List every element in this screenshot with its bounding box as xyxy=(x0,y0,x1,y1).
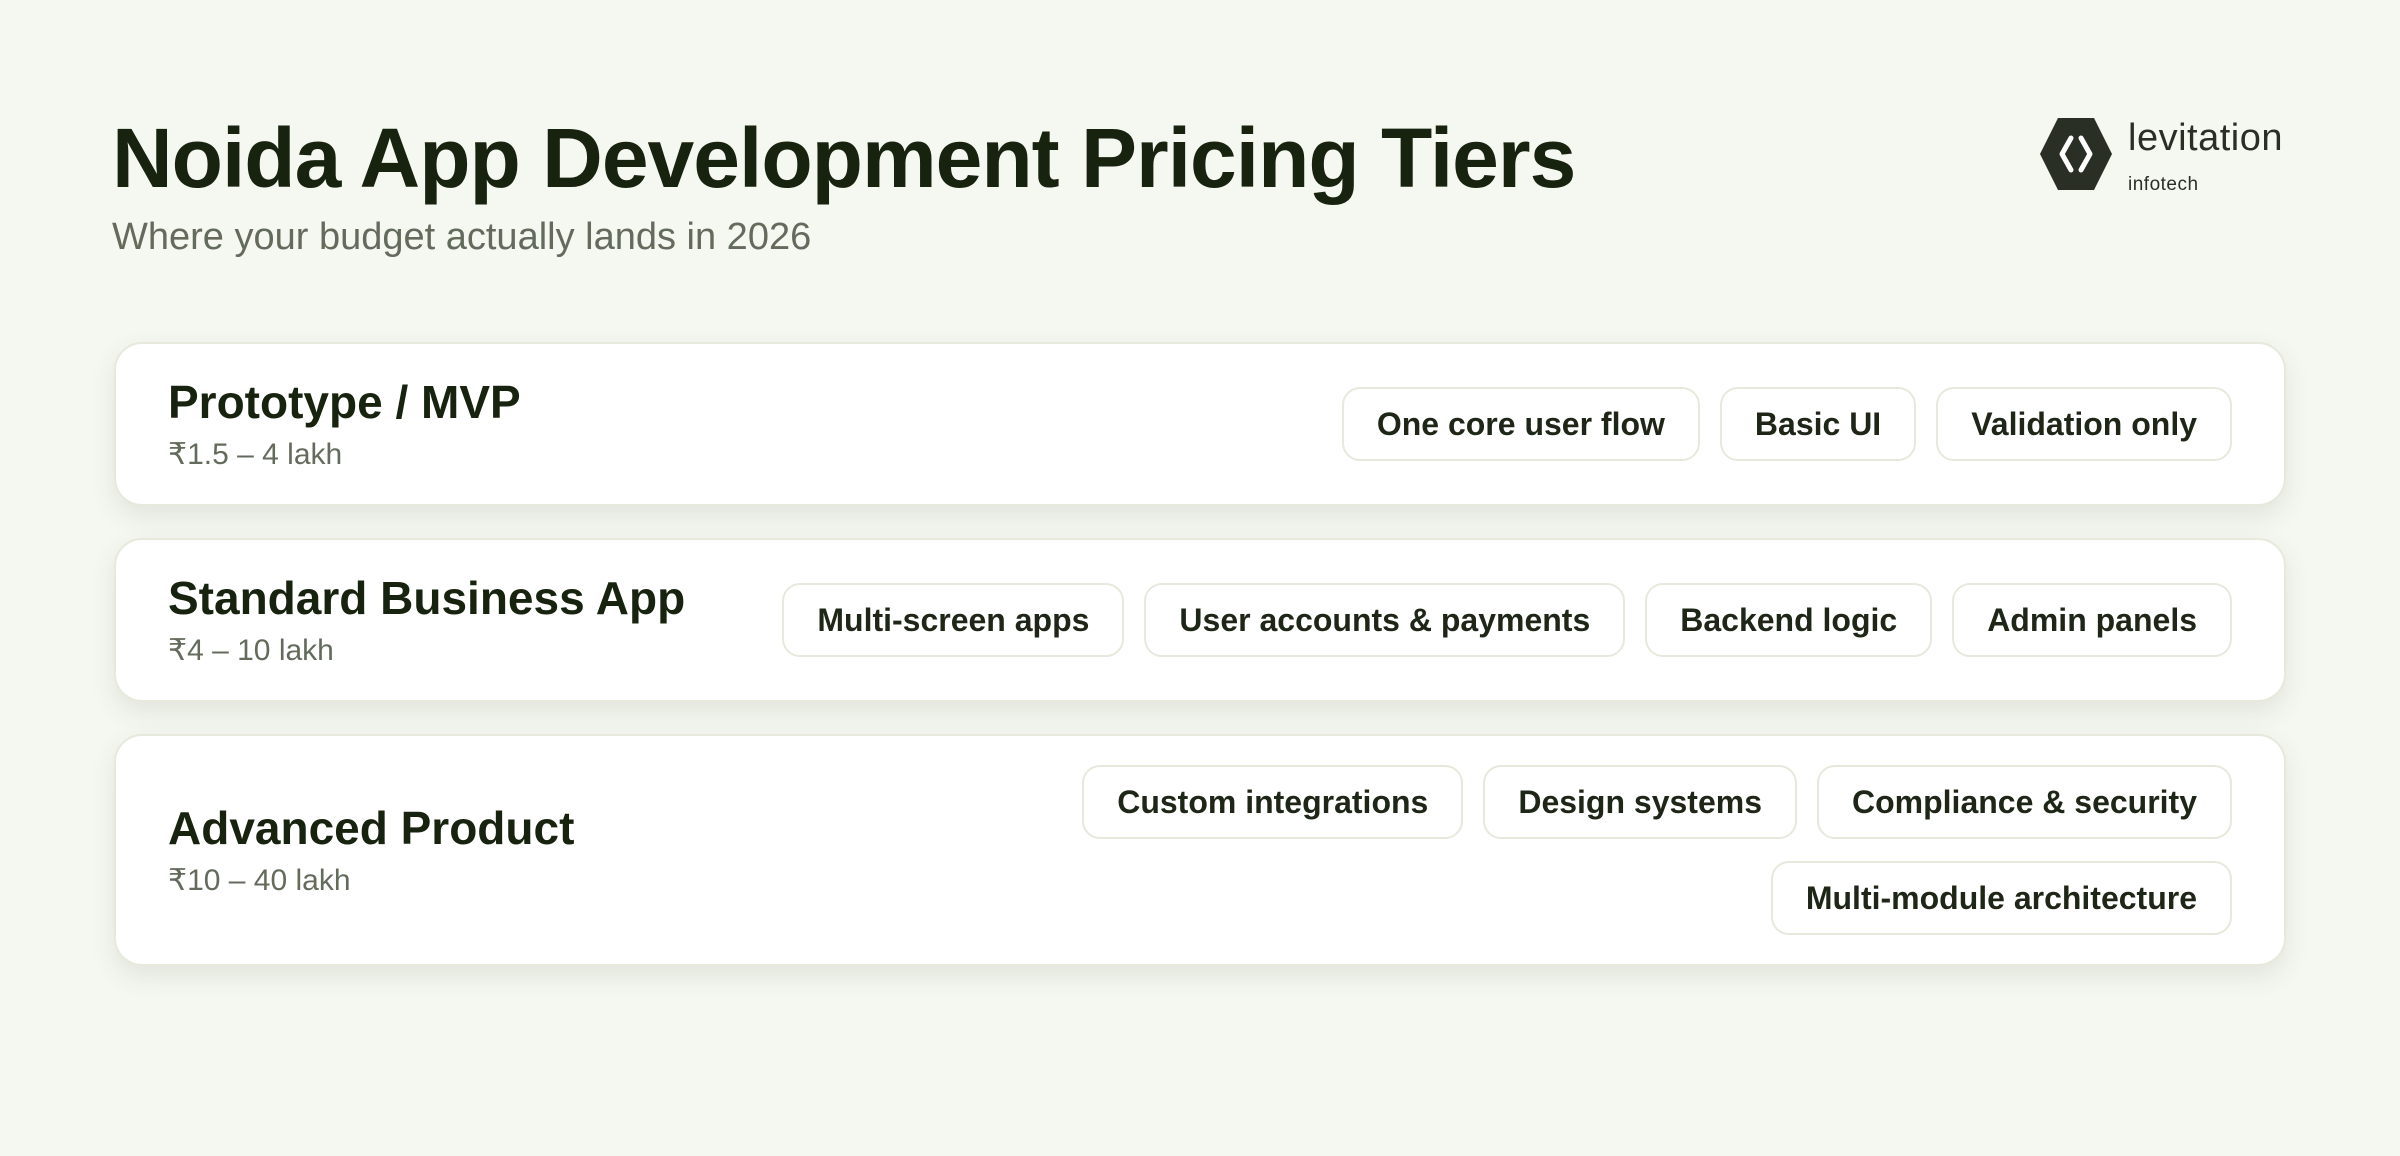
brand-subname: infotech xyxy=(2128,174,2199,195)
tier-name: Standard Business App xyxy=(168,572,686,624)
brand-name: levitation xyxy=(2128,117,2283,159)
tier-card-standard: Standard Business App ₹4 – 10 lakh Multi… xyxy=(114,538,2286,702)
tier-price: ₹4 – 10 lakh xyxy=(168,634,334,667)
tier-info: Advanced Product ₹10 – 40 lakh xyxy=(168,801,574,899)
feature-chip: Multi-module architecture xyxy=(1770,861,2232,935)
hexagon-code-icon xyxy=(2040,118,2112,190)
tier-card-prototype: Prototype / MVP ₹1.5 – 4 lakh One core u… xyxy=(114,342,2286,506)
feature-chip-list: Custom integrations Design systems Compl… xyxy=(1062,765,2232,935)
feature-chip: Admin panels xyxy=(1952,583,2232,657)
feature-chip: Design systems xyxy=(1483,765,1797,839)
feature-chip: Compliance & security xyxy=(1817,765,2232,839)
page-header: Noida App Development Pricing Tiers Wher… xyxy=(112,108,1576,260)
tier-name: Prototype / MVP xyxy=(168,376,521,428)
page-title: Noida App Development Pricing Tiers xyxy=(112,111,1576,205)
pricing-tier-list: Prototype / MVP ₹1.5 – 4 lakh One core u… xyxy=(114,342,2286,998)
feature-chip: Basic UI xyxy=(1719,387,1917,461)
feature-chip: Validation only xyxy=(1936,387,2232,461)
feature-chip-list: One core user flow Basic UI Validation o… xyxy=(1341,387,2232,461)
tier-price: ₹10 – 40 lakh xyxy=(168,864,351,897)
brand-text: levitation infotech xyxy=(2128,116,2283,196)
feature-chip: Custom integrations xyxy=(1082,765,1464,839)
feature-chip: User accounts & payments xyxy=(1144,583,1626,657)
feature-chip: Backend logic xyxy=(1645,583,1933,657)
feature-chip: Multi-screen apps xyxy=(782,583,1125,657)
tier-card-advanced: Advanced Product ₹10 – 40 lakh Custom in… xyxy=(114,734,2286,966)
tier-price: ₹1.5 – 4 lakh xyxy=(168,438,343,471)
feature-chip: One core user flow xyxy=(1341,387,1700,461)
tier-name: Advanced Product xyxy=(168,802,575,854)
feature-chip-list: Multi-screen apps User accounts & paymen… xyxy=(782,583,2232,657)
tier-info: Prototype / MVP ₹1.5 – 4 lakh xyxy=(168,375,521,473)
tier-info: Standard Business App ₹4 – 10 lakh xyxy=(168,571,685,669)
brand-logo: levitation infotech xyxy=(2040,116,2283,196)
page-subtitle: Where your budget actually lands in 2026 xyxy=(112,216,812,258)
